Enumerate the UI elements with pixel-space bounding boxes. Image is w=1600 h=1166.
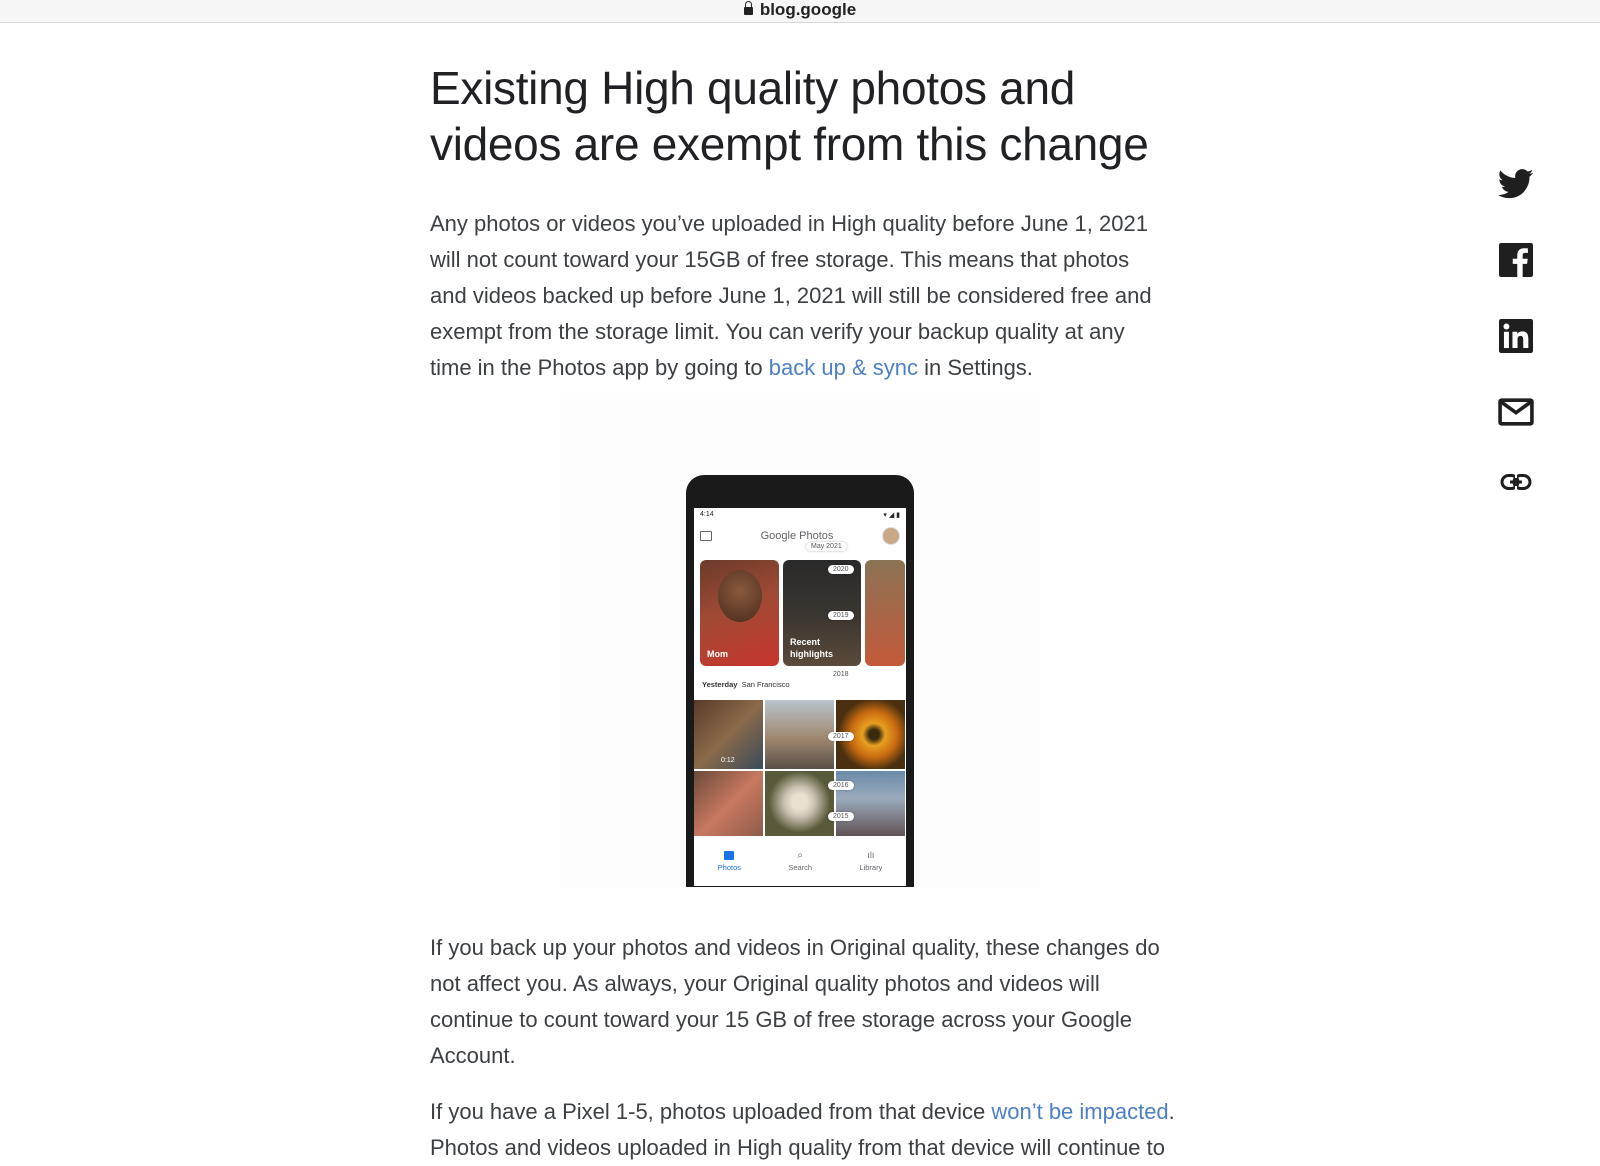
paragraph-3-tail: . (1168, 1099, 1175, 1124)
phone-screen: 4:14 ▾ ◢ ▮ Google Photos Mom Recent high… (694, 508, 906, 886)
library-icon: ılı (867, 849, 875, 860)
photo-thumb[interactable] (765, 771, 834, 840)
nav-photos[interactable]: Photos (717, 850, 742, 872)
memory-card-food (865, 560, 905, 666)
nav-photos-label: Photos (717, 862, 742, 872)
avatar (882, 527, 900, 545)
date-label: Yesterday (702, 680, 738, 689)
linkedin-icon (1499, 319, 1533, 353)
nav-library-label: Library (859, 862, 883, 872)
browser-url-bar[interactable]: blog.google (0, 0, 1600, 23)
phone-app-bar: Google Photos (694, 523, 906, 549)
photos-icon (724, 850, 735, 860)
video-duration: 0:12 (721, 757, 735, 764)
phone-status-bar: 4:14 ▾ ◢ ▮ (694, 508, 906, 523)
date-place: San Francisco (741, 680, 790, 689)
nav-search-label: Search (788, 862, 813, 872)
paragraph-1-tail: in Settings. (917, 355, 1033, 380)
paragraph-3: If you have a Pixel 1-5, photos uploaded… (430, 1094, 1190, 1166)
article: Existing High quality photos and videos … (430, 60, 1170, 386)
link-icon (1500, 473, 1532, 491)
search-icon: ⌕ (797, 849, 804, 861)
paragraph-3-text: If you have a Pixel 1-5, photos uploaded… (430, 1099, 992, 1124)
photo-thumb[interactable] (694, 771, 763, 840)
phone-time: 4:14 (700, 511, 714, 518)
copy-link-button[interactable] (1496, 462, 1536, 502)
nav-search[interactable]: ⌕ Search (788, 849, 813, 872)
chat-icon (700, 531, 712, 541)
share-twitter-button[interactable] (1496, 164, 1536, 204)
memory-card-mom: Mom (700, 560, 779, 666)
share-facebook-button[interactable] (1496, 240, 1536, 280)
year-chip-2016: 2016 (828, 781, 854, 790)
year-chip-2019: 2019 (828, 611, 854, 620)
twitter-icon (1498, 169, 1534, 199)
month-chip: May 2021 (806, 542, 847, 551)
back-up-sync-link[interactable]: back up & sync (769, 355, 918, 380)
mail-icon (1498, 398, 1534, 426)
memory-label-recent: Recent highlights (790, 637, 833, 659)
status-icons: ▾ ◢ ▮ (883, 512, 900, 519)
paragraph-3-line2: Photos and videos uploaded in High quali… (430, 1135, 1166, 1160)
memory-label-mom: Mom (707, 649, 728, 659)
nav-library[interactable]: ılı Library (859, 849, 883, 872)
wont-be-impacted-link[interactable]: won’t be impacted (991, 1099, 1168, 1124)
section-heading: Existing High quality photos and videos … (430, 62, 1149, 170)
lock-icon (743, 1, 753, 15)
paragraph-1: Any photos or videos you’ve uploaded in … (430, 206, 1170, 386)
photo-thumb[interactable] (765, 700, 834, 769)
date-header: Yesterday San Francisco (702, 680, 790, 689)
phone-bottom-nav: Photos ⌕ Search ılı Library (694, 836, 906, 886)
year-chip-2017: 2017 (828, 732, 854, 741)
app-title: Google Photos (760, 530, 834, 542)
year-chip-2018: 2018 (828, 670, 854, 679)
memory-face (718, 570, 762, 622)
memories-carousel: Mom Recent highlights (700, 560, 906, 666)
facebook-icon (1499, 243, 1533, 277)
url-domain: blog.google (759, 0, 857, 19)
year-chip-2015: 2015 (828, 812, 854, 821)
share-linkedin-button[interactable] (1496, 316, 1536, 356)
share-email-button[interactable] (1496, 392, 1536, 432)
paragraph-2: If you back up your photos and videos in… (430, 935, 1160, 1068)
year-chip-2020: 2020 (828, 565, 854, 574)
